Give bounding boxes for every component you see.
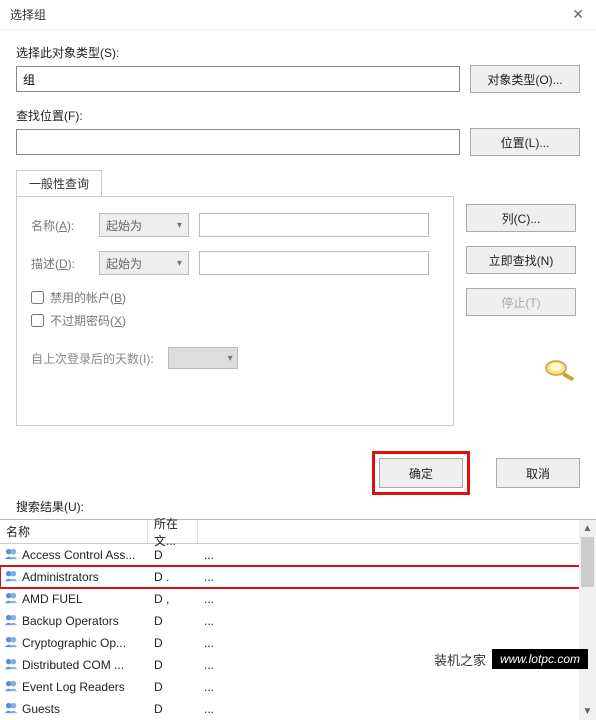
group-icon [4, 591, 19, 607]
name-field-label: 名称(A): [31, 217, 89, 234]
search-results-label: 搜索结果(U): [0, 496, 596, 519]
watermark-text: 装机之家 [434, 650, 486, 669]
location-input[interactable] [16, 129, 460, 155]
cell-dots: ... [198, 636, 220, 650]
table-row[interactable]: Access Control Ass...D... [0, 544, 596, 566]
watermark: 装机之家 www.lotpc.com [434, 649, 588, 669]
desc-match-select[interactable]: 起始为 ▾ [99, 251, 189, 275]
cell-folder: D , [148, 592, 198, 606]
scroll-down-icon[interactable]: ▼ [579, 703, 596, 720]
cell-name: Access Control Ass... [0, 547, 148, 563]
group-icon [4, 613, 19, 629]
description-search-input[interactable] [199, 251, 429, 275]
cell-dots: ... [198, 592, 220, 606]
results-table: 名称 所在文... Access Control Ass...D...Admin… [0, 519, 596, 720]
noexpire-password-checkbox[interactable] [31, 314, 44, 327]
ok-highlight-box: 确定 [372, 451, 470, 495]
cell-folder: D [148, 548, 198, 562]
cell-folder: D [148, 680, 198, 694]
group-icon [4, 635, 19, 651]
cancel-button[interactable]: 取消 [496, 458, 580, 488]
cell-dots: ... [198, 658, 220, 672]
table-row[interactable]: Event Log ReadersD... [0, 676, 596, 698]
find-now-button[interactable]: 立即查找(N) [466, 246, 576, 274]
cell-name: Distributed COM ... [0, 657, 148, 673]
table-row[interactable]: AdministratorsD .... [0, 566, 596, 588]
table-row[interactable]: AMD FUELD ,... [0, 588, 596, 610]
disabled-accounts-checkbox[interactable] [31, 291, 44, 304]
tabs-header: 一般性查询 [16, 170, 454, 196]
table-row[interactable]: Backup OperatorsD... [0, 610, 596, 632]
days-since-logon-select[interactable]: ▾ [168, 347, 238, 369]
cell-folder: D [148, 636, 198, 650]
description-field-label: 描述(D): [31, 255, 89, 272]
group-icon [4, 547, 19, 563]
days-since-logon-label: 自上次登录后的天数(I): [31, 350, 154, 367]
search-icon [540, 354, 580, 387]
scroll-up-icon[interactable]: ▲ [579, 520, 596, 537]
cell-dots: ... [198, 680, 220, 694]
chevron-down-icon: ▾ [177, 258, 182, 269]
window-title: 选择组 [10, 6, 46, 23]
scroll-thumb[interactable] [581, 537, 594, 587]
ok-button[interactable]: 确定 [379, 458, 463, 488]
cell-folder: D [148, 614, 198, 628]
cell-folder: D [148, 658, 198, 672]
watermark-url: www.lotpc.com [492, 649, 588, 669]
name-match-select[interactable]: 起始为 ▾ [99, 213, 189, 237]
cell-name: Guests [0, 701, 148, 717]
column-header-name[interactable]: 名称 [0, 520, 148, 543]
object-types-button[interactable]: 对象类型(O)... [470, 65, 580, 93]
stop-button[interactable]: 停止(T) [466, 288, 576, 316]
noexpire-password-label: 不过期密码(X) [50, 312, 126, 329]
cell-dots: ... [198, 570, 220, 584]
cell-dots: ... [198, 548, 220, 562]
cell-name: Event Log Readers [0, 679, 148, 695]
column-header-folder[interactable]: 所在文... [148, 520, 198, 543]
group-icon [4, 569, 19, 585]
column-header-blank [198, 520, 596, 543]
object-type-input[interactable] [16, 66, 460, 92]
scrollbar[interactable]: ▲ ▼ [579, 520, 596, 720]
cell-name: Administrators [0, 569, 148, 585]
tab-body: 名称(A): 起始为 ▾ 描述(D): 起始为 ▾ [16, 196, 454, 426]
disabled-accounts-label: 禁用的帐户(B) [50, 289, 126, 306]
object-type-label: 选择此对象类型(S): [16, 44, 580, 61]
close-icon[interactable]: ✕ [572, 6, 584, 23]
cell-name: AMD FUEL [0, 591, 148, 607]
chevron-down-icon: ▾ [228, 353, 233, 364]
group-icon [4, 701, 19, 717]
location-label: 查找位置(F): [16, 107, 580, 124]
chevron-down-icon: ▾ [177, 220, 182, 231]
cell-folder: D . [148, 570, 198, 584]
columns-button[interactable]: 列(C)... [466, 204, 576, 232]
group-icon [4, 657, 19, 673]
titlebar: 选择组 ✕ [0, 0, 596, 30]
group-icon [4, 679, 19, 695]
tab-general-query[interactable]: 一般性查询 [16, 170, 102, 196]
table-row[interactable]: GuestsD... [0, 698, 596, 720]
cell-name: Backup Operators [0, 613, 148, 629]
cell-folder: D [148, 702, 198, 716]
locations-button[interactable]: 位置(L)... [470, 128, 580, 156]
cell-dots: ... [198, 702, 220, 716]
cell-dots: ... [198, 614, 220, 628]
name-search-input[interactable] [199, 213, 429, 237]
cell-name: Cryptographic Op... [0, 635, 148, 651]
